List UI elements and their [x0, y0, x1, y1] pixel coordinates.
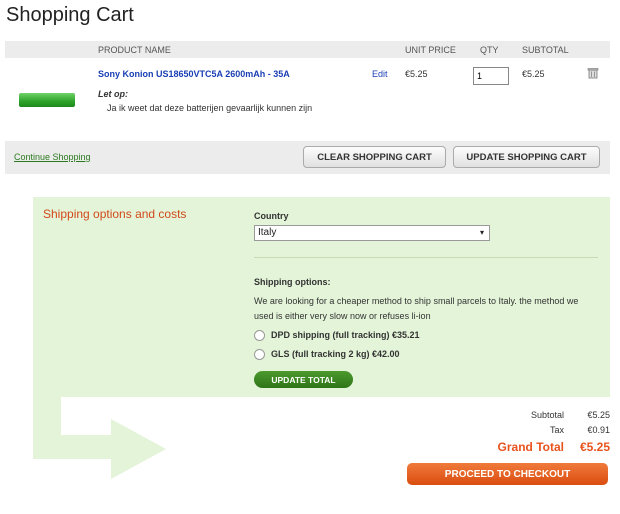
continue-shopping-link[interactable]: Continue Shopping — [14, 152, 91, 162]
page-title: Shopping Cart — [6, 4, 134, 26]
shipping-option-dpd[interactable]: DPD shipping (full tracking) €35.21 — [254, 330, 420, 342]
shipping-panel: Shipping options and costs Country Italy… — [33, 197, 610, 397]
trash-icon[interactable] — [587, 67, 599, 79]
tax-value: €0.91 — [587, 425, 610, 435]
divider — [254, 257, 598, 258]
qty-input[interactable] — [473, 67, 509, 85]
edit-item-link[interactable]: Edit — [372, 69, 388, 79]
column-unit-price: UNIT PRICE — [405, 45, 456, 55]
country-select-value: Italy — [258, 227, 277, 238]
item-unit-price: €5.25 — [405, 69, 428, 79]
country-label: Country — [254, 211, 289, 221]
chevron-down-icon: ▾ — [479, 228, 484, 237]
shipping-description: We are looking for a cheaper method to s… — [254, 296, 579, 321]
column-qty: QTY — [480, 45, 499, 55]
shipping-option-gls[interactable]: GLS (full tracking 2 kg) €42.00 — [254, 349, 400, 361]
cart-item-row: Sony Konion US18650VTC5A 2600mAh - 35A L… — [5, 58, 610, 130]
subtotal-label: Subtotal — [530, 410, 564, 420]
arrow-decoration-icon — [33, 397, 166, 479]
shipping-title: Shipping options and costs — [43, 207, 187, 221]
radio-button[interactable] — [254, 330, 265, 342]
cart-table-header: PRODUCT NAME UNIT PRICE QTY SUBTOTAL — [5, 41, 610, 58]
shipping-option-label: GLS (full tracking 2 kg) €42.00 — [271, 349, 400, 359]
item-note-text: Ja ik weet dat deze batterijen gevaarlij… — [107, 103, 313, 113]
cart-actions-bar: Continue Shopping CLEAR SHOPPING CART UP… — [5, 141, 610, 174]
grand-total-value: €5.25 — [579, 440, 610, 454]
proceed-to-checkout-button[interactable]: PROCEED TO CHECKOUT — [407, 463, 608, 485]
column-product-name: PRODUCT NAME — [98, 45, 171, 55]
column-subtotal: SUBTOTAL — [522, 45, 569, 55]
shipping-option-label: DPD shipping (full tracking) €35.21 — [271, 330, 420, 340]
item-note-label: Let op: — [98, 89, 128, 99]
tax-label: Tax — [549, 425, 564, 435]
item-subtotal: €5.25 — [522, 69, 545, 79]
product-name-link[interactable]: Sony Konion US18650VTC5A 2600mAh - 35A — [98, 69, 290, 79]
update-total-button[interactable]: UPDATE TOTAL — [254, 371, 353, 388]
shipping-options-label: Shipping options: — [254, 277, 331, 287]
update-cart-button[interactable]: UPDATE SHOPPING CART — [453, 146, 600, 168]
radio-button[interactable] — [254, 349, 265, 361]
product-image[interactable] — [19, 93, 75, 107]
grand-total-label: Grand Total — [497, 440, 564, 454]
country-select[interactable]: Italy ▾ — [254, 225, 490, 241]
clear-cart-button[interactable]: CLEAR SHOPPING CART — [303, 146, 446, 168]
subtotal-value: €5.25 — [587, 410, 610, 420]
